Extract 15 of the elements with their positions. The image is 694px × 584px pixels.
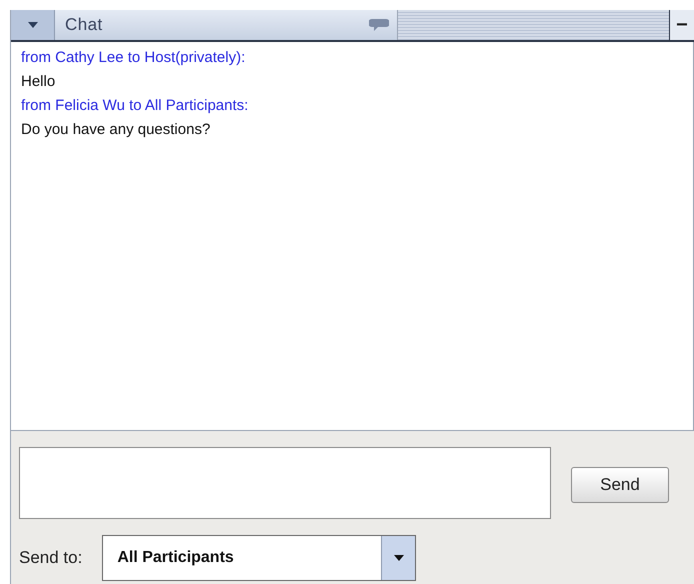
message-text: Do you have any questions? (21, 120, 212, 140)
dropdown-button[interactable] (11, 10, 55, 40)
speech-bubble-icon (369, 18, 389, 32)
send-button[interactable]: Send (571, 467, 669, 503)
collapse-button[interactable]: − (670, 10, 694, 40)
message-header: from Felicia Wu to All Participants: (21, 96, 250, 116)
recipient-dropdown[interactable]: All Participants (102, 535, 416, 581)
message-header: from Cathy Lee to Host(privately): (21, 48, 246, 68)
caret-icon (394, 555, 404, 561)
caret-icon (28, 22, 38, 28)
panel-title: Chat (65, 14, 104, 36)
message-input[interactable] (19, 447, 551, 519)
send-to-label: Send to: (19, 547, 82, 570)
grip-area[interactable] (398, 10, 670, 40)
message-text: Hello (21, 72, 56, 92)
